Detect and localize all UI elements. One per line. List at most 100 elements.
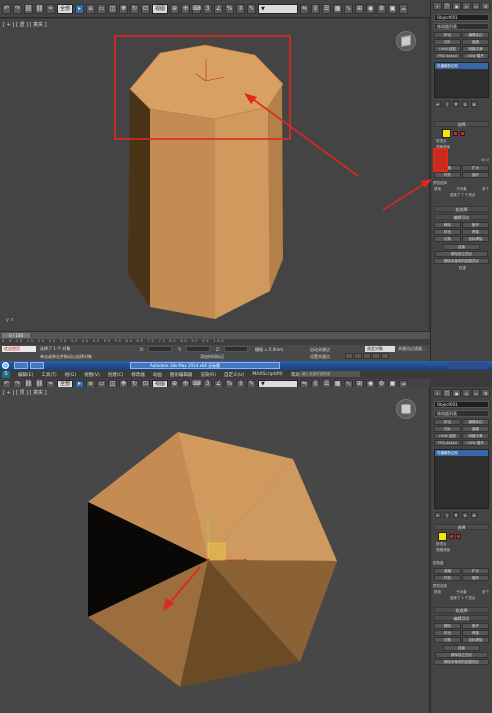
pivot-center-icon[interactable]: ⊕ <box>170 3 180 14</box>
edit-poly-modifier-button[interactable]: 编辑多边 <box>462 419 489 425</box>
uvw-map-modifier-button[interactable]: UVW 贴图 <box>434 46 461 52</box>
perspective-viewport[interactable]: [ + ] [ 透 ] [ 真实 ] y x <box>0 19 428 331</box>
configure-sets-icon[interactable]: ⊞ <box>471 512 477 518</box>
snap-toggle-icon[interactable]: 3 <box>203 3 213 14</box>
schematic-view-icon[interactable]: ⊞ <box>355 3 365 14</box>
select-by-name-icon[interactable]: ≡ <box>86 3 96 14</box>
menu-edit[interactable]: 编辑(E) <box>18 372 33 378</box>
loop-button[interactable]: 循环 <box>462 172 489 178</box>
top-viewport[interactable]: [ + ] [ 顶 ] [ 真实 ] <box>0 387 428 713</box>
select-object-icon[interactable]: ▸ <box>75 3 85 14</box>
polygon-level-icon[interactable] <box>456 534 461 539</box>
by-angle-checkbox[interactable]: 按角度 <box>431 560 492 566</box>
time-slider-thumb[interactable]: 0 / 100 <box>2 333 30 338</box>
rect-selection-icon[interactable]: ▭ <box>97 3 107 14</box>
make-unique-icon[interactable]: ∀ <box>453 101 459 107</box>
edit-poly-modifier-button[interactable]: 编辑多边 <box>462 32 489 38</box>
go-start-icon[interactable] <box>345 353 353 359</box>
modify-tab[interactable]: ⌒ <box>442 2 452 10</box>
motion-tab[interactable]: ◎ <box>462 2 471 10</box>
preview-disabled-radio[interactable]: 禁用 <box>434 186 441 192</box>
app-logo-icon[interactable]: S <box>2 371 10 378</box>
menu-graph-editors[interactable]: 图形编辑器 <box>170 372 193 378</box>
selection-rollout-header[interactable]: 选择 <box>434 524 489 530</box>
lattice-modifier-button[interactable]: 晶格 <box>462 426 489 432</box>
angle-snap-icon[interactable]: ∠ <box>214 3 224 14</box>
selection-filter-dropdown[interactable]: 全部 <box>57 3 74 14</box>
edit-vertices-rollout[interactable]: 编辑顶点 <box>434 615 489 621</box>
grow-button[interactable]: 扩大 <box>462 568 489 574</box>
render-setup-icon[interactable]: ⚙ <box>377 3 387 14</box>
window-crossing-icon[interactable]: ◫ <box>108 3 118 14</box>
shrink-button[interactable]: 收缩 <box>434 568 461 574</box>
create-tab[interactable]: + <box>433 389 442 397</box>
select-manipulate-icon[interactable]: ✣ <box>181 3 191 14</box>
key-filters-button[interactable]: 关键点过滤器... <box>398 346 426 352</box>
weld-button[interactable]: 焊接 <box>462 229 489 235</box>
remove-isolated-button[interactable]: 移除孤立顶点 <box>435 251 488 257</box>
next-frame-icon[interactable] <box>372 353 380 359</box>
remove-unused-map-button[interactable]: 移除未使用的贴图顶点 <box>434 659 489 665</box>
preview-multiple-radio[interactable]: 多个 <box>482 186 489 192</box>
ignore-backfacing-checkbox[interactable]: 忽略背面 <box>434 547 489 553</box>
ffd-modifier-button[interactable]: FFD 4x4x4 <box>434 440 461 446</box>
curve-editor-icon[interactable]: ∿ <box>344 3 354 14</box>
extrude-vertex-button[interactable]: 挤出 <box>434 229 461 235</box>
show-end-result-icon[interactable]: | <box>444 512 450 518</box>
polygon-level-icon[interactable] <box>460 131 465 136</box>
ring-button[interactable]: 环形 <box>434 172 461 178</box>
menu-tools[interactable]: 工具(T) <box>41 372 56 378</box>
add-time-tag[interactable]: 添加时间标记 <box>200 354 224 360</box>
modifier-list-dropdown[interactable]: 修改器列表 <box>434 410 489 417</box>
named-selection-dropdown[interactable]: ▼ <box>258 3 299 14</box>
menu-create[interactable]: 创建(C) <box>108 372 124 378</box>
lattice-modifier-button[interactable]: 晶格 <box>462 39 489 45</box>
grow-button[interactable]: 扩大 <box>462 165 489 171</box>
y-coord-field[interactable] <box>186 346 210 352</box>
select-move-icon[interactable]: ✥ <box>119 3 129 14</box>
x-coord-field[interactable] <box>148 346 172 352</box>
create-tab[interactable]: + <box>433 2 442 10</box>
object-name-field[interactable]: Object001 <box>434 14 489 21</box>
unwrap-uvw-modifier-button[interactable]: UVW 展开 <box>462 53 489 59</box>
play-icon[interactable] <box>363 353 371 359</box>
start-button-icon[interactable] <box>2 362 9 369</box>
hierarchy-tab[interactable]: ▣ <box>452 389 462 397</box>
modify-tab[interactable]: ⌒ <box>442 389 452 397</box>
hierarchy-tab[interactable]: ▣ <box>452 2 462 10</box>
motion-tab[interactable]: ◎ <box>462 389 471 397</box>
edge-level-icon[interactable] <box>453 131 458 136</box>
maxscript-listener[interactable]: 欢迎使用 <box>2 346 36 352</box>
ring-button[interactable]: 环形 <box>434 575 461 581</box>
selection-rollout-header[interactable]: 选择 <box>434 121 489 127</box>
edit-named-selection-icon[interactable]: ✎ <box>247 3 257 14</box>
material-editor-icon[interactable]: ◉ <box>366 3 376 14</box>
uvw-map-modifier-button[interactable]: UVW 贴图 <box>434 433 461 439</box>
keyboard-shortcut-icon[interactable]: ⌨ <box>192 3 202 14</box>
loop-button[interactable]: 循环 <box>462 575 489 581</box>
menu-maxscript[interactable]: MAXScript(M) <box>252 372 283 377</box>
taskbar-item-ie[interactable] <box>14 362 28 369</box>
target-weld-button[interactable]: 目标焊接 <box>462 637 489 643</box>
vertex-level-icon[interactable] <box>438 532 447 541</box>
utilities-tab[interactable]: ⚒ <box>481 2 491 10</box>
taskbar-item-explorer[interactable] <box>30 362 44 369</box>
remove-modifier-icon[interactable]: ⊘ <box>462 512 468 518</box>
menu-animation[interactable]: 动画 <box>153 372 162 378</box>
render-icon[interactable]: ☕ <box>399 3 409 14</box>
menu-views[interactable]: 视图(V) <box>84 372 100 378</box>
meshsmooth-modifier-button[interactable]: 网格平滑 <box>462 46 489 52</box>
unwrap-uvw-modifier-button[interactable]: UVW 展开 <box>462 440 489 446</box>
menu-rendering[interactable]: 渲染(R) <box>200 372 216 378</box>
search-field[interactable]: 键入关键字或短语 <box>300 371 360 377</box>
ffd-modifier-button[interactable]: FFD 4x4x4 <box>434 53 461 59</box>
weld-button[interactable]: 焊接 <box>462 630 489 636</box>
time-slider[interactable]: 0 / 100 <box>0 331 430 339</box>
configure-sets-icon[interactable]: ⊞ <box>471 101 477 107</box>
redo-icon[interactable]: ↷ <box>13 3 22 14</box>
preview-disabled-radio[interactable]: 禁用 <box>434 589 441 595</box>
remove-isolated-button[interactable]: 移除孤立顶点 <box>435 652 488 658</box>
auto-key-button[interactable]: 自动关键点 <box>310 347 330 353</box>
slice-modifier-button[interactable]: 切片 <box>434 39 461 45</box>
extrude-modifier-button[interactable]: 挤出 <box>434 32 461 38</box>
